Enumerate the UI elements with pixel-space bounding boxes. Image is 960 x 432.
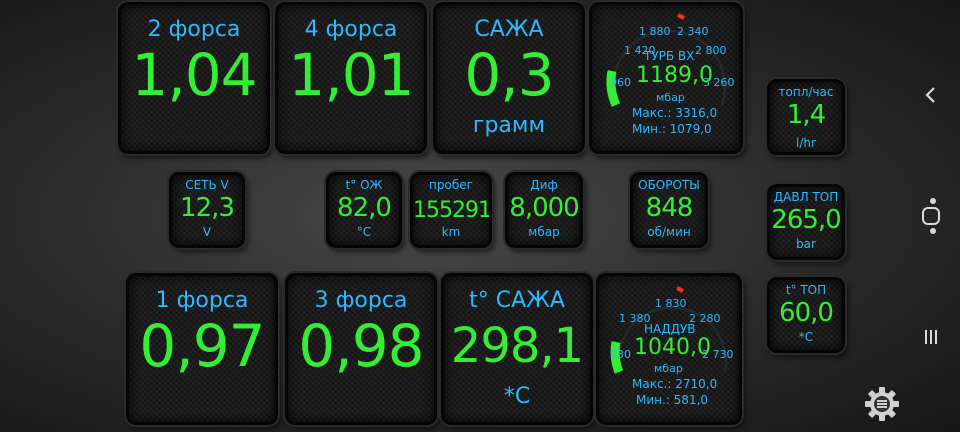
home-button[interactable] xyxy=(916,201,946,231)
tile-label: t° САЖА xyxy=(469,288,565,313)
tile-value: 1,4 xyxy=(786,100,826,130)
tile-label: Диф xyxy=(530,178,558,192)
chevron-left-icon xyxy=(925,87,935,103)
tile-coolant[interactable]: t° ОЖ 82,0 °C xyxy=(326,172,402,248)
tile-unit: V xyxy=(202,225,212,239)
tile-unit: km xyxy=(441,225,461,239)
recents-icon xyxy=(925,330,937,344)
gauge-tick: 960 xyxy=(610,76,631,89)
gauge-max: Макс.: 3316,0 xyxy=(632,106,718,120)
tile-unit: *C xyxy=(503,384,531,409)
tile-value: 82,0 xyxy=(337,193,392,223)
tile-value: 1,01 xyxy=(288,41,414,109)
tile-label: 1 форса xyxy=(155,288,249,313)
home-circle-icon xyxy=(922,207,940,225)
tile-fuel-rate[interactable]: топл/час 1,4 l/hr xyxy=(767,79,845,155)
tile-label: 2 форса xyxy=(147,17,241,42)
gauge-tick: 1 880 xyxy=(639,25,671,38)
tile-value: 8,000 xyxy=(509,193,579,223)
gauge-min: Мин.: 581,0 xyxy=(636,393,709,407)
tile-force1[interactable]: 1 форса 0,97 xyxy=(126,273,278,425)
tile-fuel-pressure[interactable]: ДАВЛ ТОП 265,0 bar xyxy=(767,184,845,260)
tile-label: t° ОЖ xyxy=(345,178,383,192)
gauge-unit: мбар xyxy=(656,91,685,104)
redline-marker xyxy=(677,13,685,20)
tile-unit: °C xyxy=(356,225,372,239)
tile-unit: l/hr xyxy=(796,136,816,150)
tile-value: 298,1 xyxy=(450,318,584,374)
tile-label: 3 форса xyxy=(314,288,408,313)
gauge-tick: 930 xyxy=(610,348,631,361)
tile-value: 1,04 xyxy=(131,41,257,109)
settings-button[interactable] xyxy=(862,384,902,424)
tile-unit: bar xyxy=(796,237,816,251)
redline-marker xyxy=(676,286,684,293)
tile-diff[interactable]: Диф 8,000 мбар xyxy=(505,172,583,248)
tile-label: ОБОРОТЫ xyxy=(638,178,700,192)
gauge-min: Мин.: 1079,0 xyxy=(632,122,712,136)
gauge-tick: 2 340 xyxy=(677,25,709,38)
recents-button[interactable] xyxy=(916,322,946,352)
back-button[interactable] xyxy=(916,80,946,110)
tile-value: 0,3 xyxy=(464,41,554,109)
tile-force4[interactable]: 4 форса 1,01 xyxy=(275,2,427,154)
tile-label: САЖА xyxy=(474,17,544,42)
gauge-label: НАДДУВ xyxy=(644,322,696,336)
tile-unit: мбар xyxy=(528,225,560,239)
tile-fuel-temp[interactable]: t° ТОП 60,0 *C xyxy=(767,277,845,353)
gauge-label: ТУРБ ВХ xyxy=(644,49,695,63)
gauge-tick: 1 830 xyxy=(655,297,687,310)
tile-label: 4 форса xyxy=(304,17,398,42)
gauge-tick: 2 800 xyxy=(695,44,727,57)
tile-label: пробег xyxy=(429,178,473,192)
gauge-max: Макс.: 2710,0 xyxy=(632,377,718,391)
gear-icon xyxy=(865,387,899,421)
tile-soot[interactable]: САЖА 0,3 грамм xyxy=(433,2,585,154)
tile-mileage[interactable]: пробег 155291 km xyxy=(410,172,492,248)
tile-voltage[interactable]: СЕТЬ V 12,3 V xyxy=(169,172,245,248)
gauge-value: 1189,0 xyxy=(636,63,713,88)
gauge-unit: мбар xyxy=(654,362,683,375)
system-nav-bar xyxy=(900,0,960,432)
tile-value: 155291 xyxy=(413,198,491,223)
tile-force2[interactable]: 2 форса 1,04 xyxy=(118,2,270,154)
tile-value: 848 xyxy=(645,193,694,223)
tile-unit: об/мин xyxy=(647,225,691,239)
tile-label: t° ТОП xyxy=(785,283,827,297)
tile-label: топл/час xyxy=(778,85,834,99)
tile-label: ДАВЛ ТОП xyxy=(773,190,839,204)
tile-unit: грамм xyxy=(472,113,546,138)
tile-force3[interactable]: 3 форса 0,98 xyxy=(285,273,437,425)
tile-rpm[interactable]: ОБОРОТЫ 848 об/мин xyxy=(630,172,708,248)
gauge-value: 1040,0 xyxy=(634,335,711,360)
tile-value: 265,0 xyxy=(771,205,841,235)
tile-value: 60,0 xyxy=(779,298,834,328)
tile-value: 0,97 xyxy=(139,312,265,380)
tile-value: 12,3 xyxy=(180,193,235,223)
tile-soot-temp[interactable]: t° САЖА 298,1 *C xyxy=(441,273,593,425)
tile-label: СЕТЬ V xyxy=(185,178,229,192)
gauge-turbo-in[interactable]: 1 880 2 340 1 420 2 800 960 3 260 ТУРБ В… xyxy=(589,2,743,154)
gauge-boost[interactable]: 1 830 1 380 2 280 930 2 730 НАДДУВ 1040,… xyxy=(596,273,742,425)
tile-unit: *C xyxy=(798,330,814,344)
tile-value: 0,98 xyxy=(298,312,424,380)
